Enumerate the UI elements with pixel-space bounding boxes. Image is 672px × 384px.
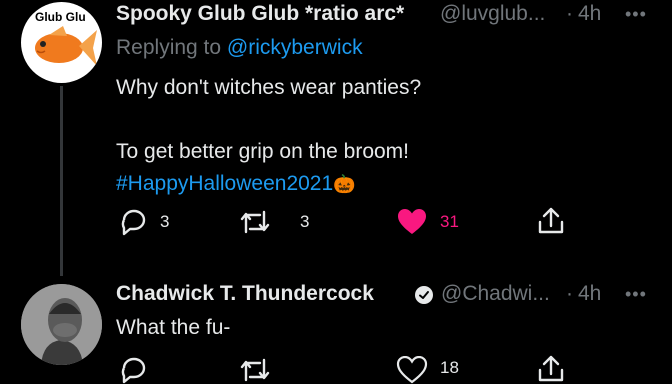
goldfish-icon <box>35 26 97 66</box>
tweet1-text-line2: To get better grip on the broom! <box>116 140 410 163</box>
tweet1-display-name[interactable]: Spooky Glub Glub *ratio arc* <box>116 2 404 26</box>
tweet2-like-count: 18 <box>440 358 459 377</box>
avatar-spooky-glub[interactable]: Glub Glu <box>21 2 102 83</box>
tweet1-retweet-button[interactable] <box>238 208 272 236</box>
tweet2-display-name[interactable]: Chadwick T. Thundercock <box>116 282 374 306</box>
tweet1-separator: · <box>566 2 573 25</box>
tweet2-retweet-button[interactable] <box>238 356 272 384</box>
hashtag-link[interactable]: #HappyHalloween2021 <box>116 172 333 195</box>
pumpkin-icon: 🎃 <box>333 174 356 194</box>
tweet1-reply-count: 3 <box>160 212 170 231</box>
tweet1-replying-line: Replying to @rickyberwick <box>116 36 363 60</box>
tweet1-retweet-count: 3 <box>300 212 310 231</box>
tweet1-time[interactable]: 4h <box>578 2 601 26</box>
tweet1-handle[interactable]: @luvglub... <box>440 2 545 26</box>
avatar-label: Glub Glu <box>35 10 86 24</box>
heart-filled-icon <box>398 209 426 234</box>
verified-badge-icon <box>414 285 434 305</box>
tweet2-share-button[interactable] <box>536 354 566 384</box>
tweet1-hashtag-line: #HappyHalloween2021🎃 <box>116 172 356 196</box>
share-icon <box>538 355 564 382</box>
replying-prefix: Replying to <box>116 36 222 59</box>
retweet-icon <box>240 358 270 382</box>
reply-icon <box>121 209 146 236</box>
tweet2-more-icon[interactable]: ••• <box>625 284 647 305</box>
person-photo-icon <box>21 284 102 365</box>
replying-to-link[interactable]: @rickyberwick <box>227 36 363 59</box>
heart-outline-icon <box>396 356 428 384</box>
tweet2-text: What the fu- <box>116 316 231 339</box>
tweet1-reply-button[interactable] <box>118 208 148 236</box>
tweet1-like-button[interactable] <box>396 208 428 236</box>
avatar-chadwick[interactable] <box>21 284 102 365</box>
tweet2-time[interactable]: 4h <box>578 282 601 306</box>
thread-line <box>60 86 63 276</box>
tweet1-like-count: 31 <box>440 212 459 231</box>
tweet1-text-line1: Why don't witches wear panties? <box>116 76 422 99</box>
retweet-icon <box>240 210 270 234</box>
tweet1-more-icon[interactable]: ••• <box>625 4 647 25</box>
tweet1-share-button[interactable] <box>536 206 566 236</box>
share-icon <box>538 207 564 234</box>
tweet2-separator: · <box>566 282 573 305</box>
tweet2-like-button[interactable] <box>396 356 428 384</box>
reply-icon <box>121 357 146 384</box>
tweet2-handle[interactable]: @Chadwi... <box>441 282 550 306</box>
tweet2-reply-button[interactable] <box>118 356 148 384</box>
